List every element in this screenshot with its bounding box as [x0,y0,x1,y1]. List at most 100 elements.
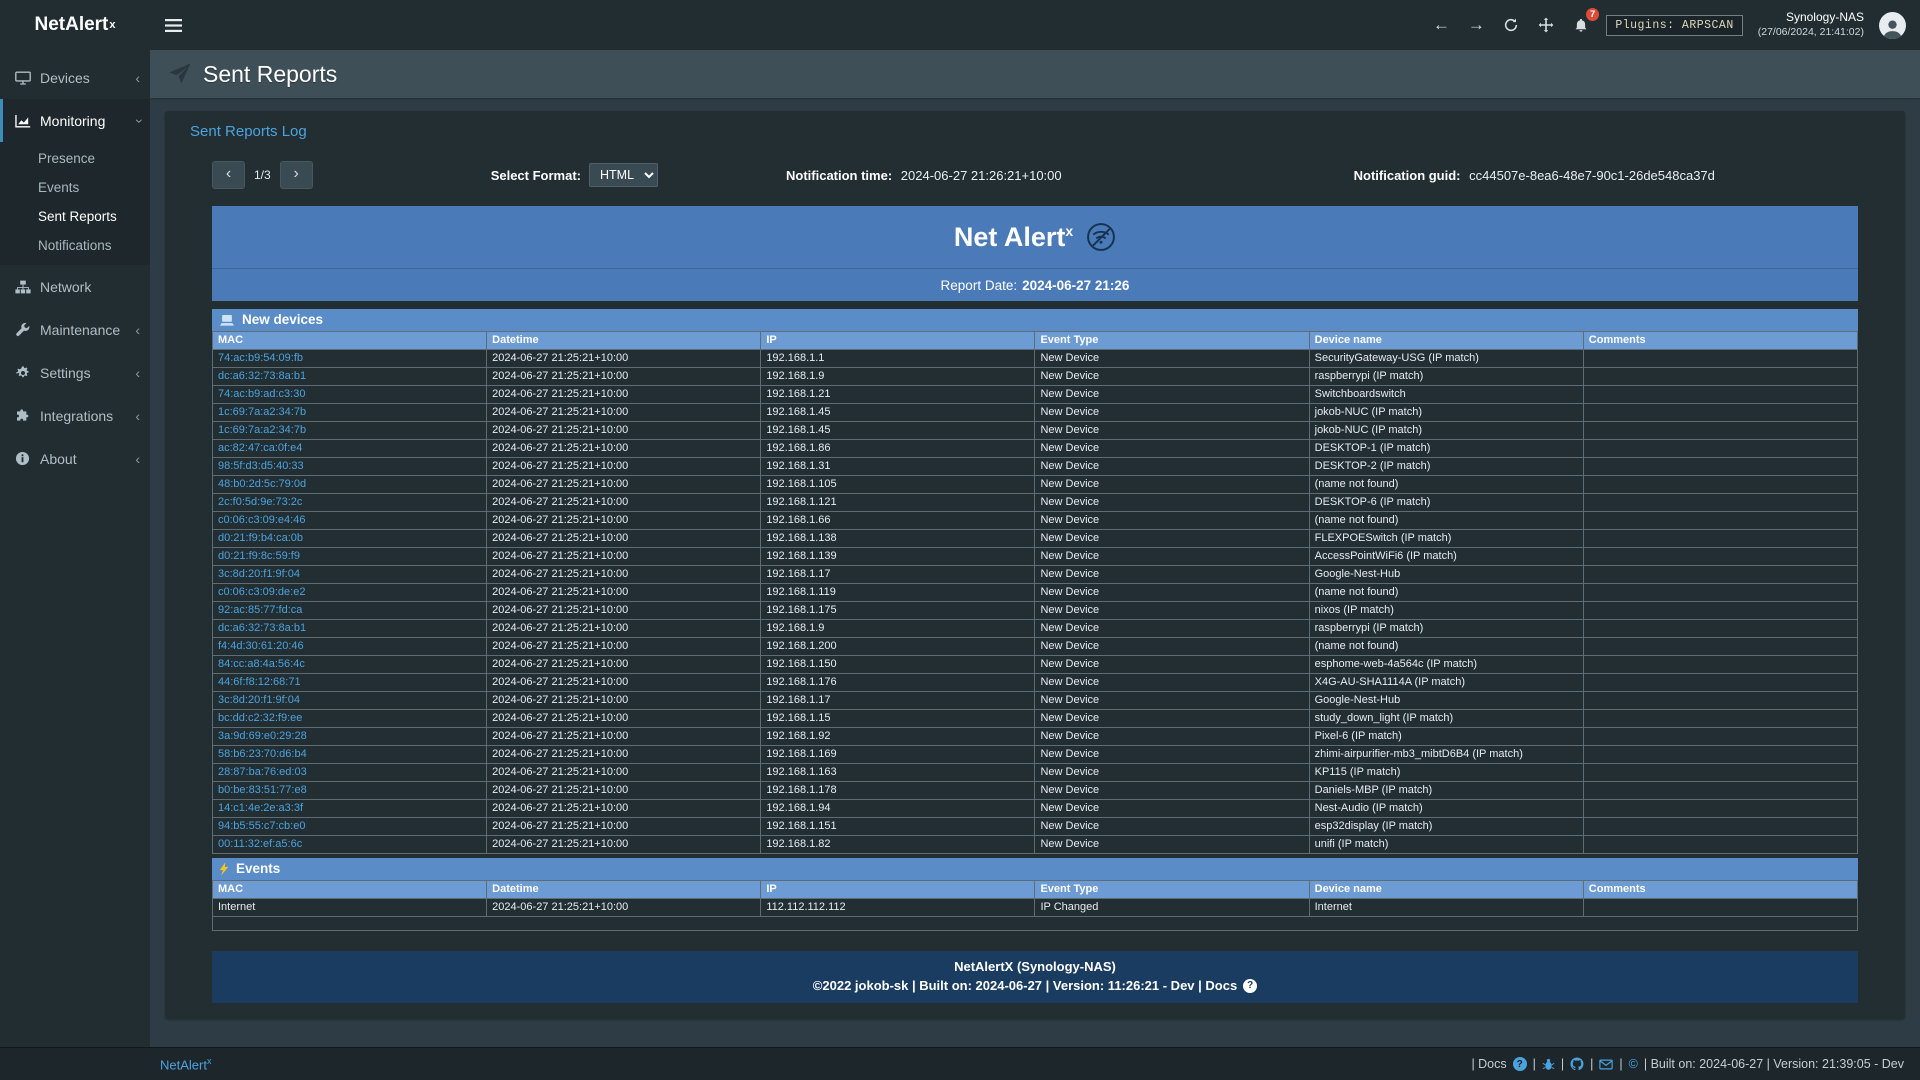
cell-ip: 192.168.1.150 [761,656,1035,674]
cell-event-type: New Device [1035,422,1309,440]
cell-mac[interactable]: 48:b0:2d:5c:79:0d [213,476,487,494]
cell-mac[interactable]: 84:cc:a8:4a:56:4c [213,656,487,674]
cell-mac[interactable]: 1c:69:7a:a2:34:7b [213,404,487,422]
cell-mac[interactable]: 98:5f:d3:d5:40:33 [213,458,487,476]
sidebar-subitem-sent-reports[interactable]: Sent Reports [0,202,150,231]
pager-prev-button[interactable]: ‹ [212,161,245,189]
cell-mac[interactable]: 74:ac:b9:ad:c3:30 [213,386,487,404]
cell-mac[interactable]: 28:87:ba:76:ed:03 [213,764,487,782]
sidebar-subitem-notifications[interactable]: Notifications [0,231,150,260]
question-circle-icon[interactable]: ? [1243,979,1257,993]
sidebar-item-monitoring[interactable]: Monitoring ‹ [0,99,150,142]
footer-docs-label[interactable]: | Docs [1471,1057,1506,1071]
mac-address-link[interactable]: 14:c1:4e:2e:a3:3f [218,802,303,814]
mac-address-link[interactable]: dc:a6:32:73:8a:b1 [218,370,306,382]
plugins-status-badge[interactable]: Plugins: ARPSCAN [1606,15,1742,36]
cell-mac[interactable]: 58:b6:23:70:d6:b4 [213,746,487,764]
mac-address-link[interactable]: dc:a6:32:73:8a:b1 [218,622,306,634]
cell-mac[interactable]: c0:06:c3:09:de:e2 [213,584,487,602]
sidebar-subitem-presence[interactable]: Presence [0,144,150,173]
nav-forward-button[interactable]: → [1466,15,1486,35]
bug-report-icon[interactable] [1542,1058,1555,1071]
mac-address-link[interactable]: b0:be:83:51:77:e8 [218,784,307,796]
sidebar-item-about[interactable]: About ‹ [0,437,150,480]
format-select[interactable]: HTML [589,163,658,187]
cell-mac[interactable]: ac:82:47:ca:0f:e4 [213,440,487,458]
mac-address-link[interactable]: 84:cc:a8:4a:56:4c [218,658,305,670]
copyright-icon[interactable]: © [1629,1057,1638,1071]
cell-mac[interactable]: 92:ac:85:77:fd:ca [213,602,487,620]
mac-address-link[interactable]: d0:21:f9:8c:59:f9 [218,550,300,562]
mac-address-link[interactable]: 1c:69:7a:a2:34:7b [218,406,306,418]
mac-address-link[interactable]: c0:06:c3:09:de:e2 [218,586,305,598]
mac-address-link[interactable]: c0:06:c3:09:e4:46 [218,514,305,526]
cell-mac[interactable]: 1c:69:7a:a2:34:7b [213,422,487,440]
sidebar-item-integrations[interactable]: Integrations ‹ [0,394,150,437]
question-circle-icon[interactable]: ? [1513,1057,1527,1071]
mail-icon[interactable] [1599,1059,1613,1070]
sidebar-item-label: Integrations [40,408,113,424]
mac-address-link[interactable]: 94:b5:55:c7:cb:e0 [218,820,305,832]
cell-mac[interactable]: 2c:f0:5d:9e:73:2c [213,494,487,512]
cell-ip: 192.168.1.94 [761,800,1035,818]
mac-address-link[interactable]: 3c:8d:20:f1:9f:04 [218,568,300,580]
mac-address-link[interactable]: 3a:9d:69:e0:29:28 [218,730,307,742]
chevron-left-icon: ‹ [135,366,140,380]
cell-mac[interactable]: 74:ac:b9:54:09:fb [213,350,487,368]
sidebar-item-devices[interactable]: Devices ‹ [0,56,150,99]
section-header-bar: Events [212,858,1858,880]
mac-address-link[interactable]: 92:ac:85:77:fd:ca [218,604,302,616]
mac-address-link[interactable]: 58:b6:23:70:d6:b4 [218,748,307,760]
cell-mac[interactable]: b0:be:83:51:77:e8 [213,782,487,800]
sent-reports-log-link[interactable]: Sent Reports Log [190,123,307,140]
cell-mac[interactable]: 14:c1:4e:2e:a3:3f [213,800,487,818]
pager-next-button[interactable]: › [280,161,313,189]
mac-address-link[interactable]: 74:ac:b9:ad:c3:30 [218,388,305,400]
mac-address-link[interactable]: bc:dd:c2:32:f9:ee [218,712,302,724]
cell-mac[interactable]: c0:06:c3:09:e4:46 [213,512,487,530]
mac-address-link[interactable]: f4:4d:30:61:20:46 [218,640,304,652]
user-avatar[interactable] [1879,12,1906,39]
cell-datetime: 2024-06-27 21:25:21+10:00 [487,899,761,917]
nav-move-button[interactable] [1536,17,1556,33]
mac-address-link[interactable]: 28:87:ba:76:ed:03 [218,766,307,778]
mac-address-link[interactable]: 3c:8d:20:f1:9f:04 [218,694,300,706]
cell-mac[interactable]: bc:dd:c2:32:f9:ee [213,710,487,728]
cell-mac[interactable]: 3a:9d:69:e0:29:28 [213,728,487,746]
footer-brand-link[interactable]: NetAlertx [160,1056,211,1072]
notifications-bell-button[interactable]: 7 [1571,17,1591,34]
cell-mac[interactable]: 00:11:32:ef:a5:6c [213,836,487,854]
nav-refresh-button[interactable] [1501,17,1521,33]
mac-address-link[interactable]: 74:ac:b9:54:09:fb [218,352,303,364]
github-icon[interactable] [1570,1057,1584,1071]
cell-mac[interactable]: d0:21:f9:b4:ca:0b [213,530,487,548]
brand-logo[interactable]: NetAlertx [0,0,150,50]
cell-mac[interactable]: dc:a6:32:73:8a:b1 [213,620,487,638]
mac-address-link[interactable]: ac:82:47:ca:0f:e4 [218,442,302,454]
cell-mac[interactable]: 44:6f:f8:12:68:71 [213,674,487,692]
mac-address-link[interactable]: 44:6f:f8:12:68:71 [218,676,301,688]
sidebar-toggle-button[interactable] [150,0,196,50]
mac-address-link[interactable]: 48:b0:2d:5c:79:0d [218,478,306,490]
cell-mac[interactable]: 3c:8d:20:f1:9f:04 [213,692,487,710]
mac-address-link[interactable]: 1c:69:7a:a2:34:7b [218,424,306,436]
cell-ip: 192.168.1.121 [761,494,1035,512]
nav-back-button[interactable]: ← [1431,15,1451,35]
sidebar-item-network[interactable]: Network [0,265,150,308]
separator: | [1533,1057,1536,1071]
mac-address-link[interactable]: 00:11:32:ef:a5:6c [218,838,302,850]
mac-address-link[interactable]: d0:21:f9:b4:ca:0b [218,532,303,544]
cell-mac[interactable]: dc:a6:32:73:8a:b1 [213,368,487,386]
mac-address-link[interactable]: 2c:f0:5d:9e:73:2c [218,496,302,508]
cell-device-name: nixos (IP match) [1309,602,1583,620]
cell-mac[interactable]: f4:4d:30:61:20:46 [213,638,487,656]
sidebar-subitem-events[interactable]: Events [0,173,150,202]
sidebar-item-settings[interactable]: Settings ‹ [0,351,150,394]
column-header-ip: IP [761,881,1035,899]
cell-mac[interactable]: 94:b5:55:c7:cb:e0 [213,818,487,836]
sidebar-item-maintenance[interactable]: Maintenance ‹ [0,308,150,351]
cell-datetime: 2024-06-27 21:25:21+10:00 [487,800,761,818]
mac-address-link[interactable]: 98:5f:d3:d5:40:33 [218,460,304,472]
cell-mac[interactable]: 3c:8d:20:f1:9f:04 [213,566,487,584]
cell-mac[interactable]: d0:21:f9:8c:59:f9 [213,548,487,566]
